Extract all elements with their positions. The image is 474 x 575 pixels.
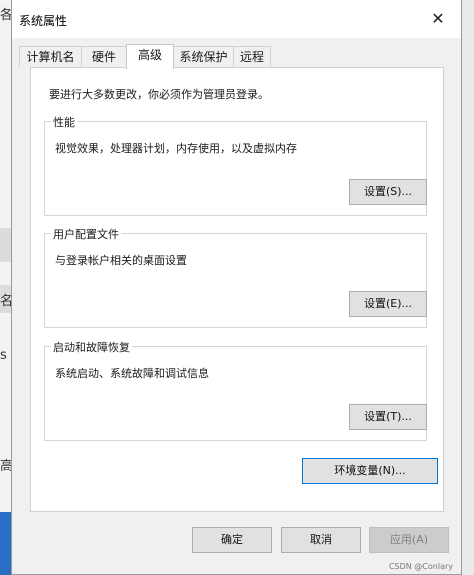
- apply-button[interactable]: 应用(A): [369, 527, 449, 553]
- window-title: 系统属性: [19, 14, 68, 28]
- performance-group: 性能 视觉效果，处理器计划，内存使用，以及虚拟内存 设置(S)...: [44, 114, 427, 216]
- environment-variables-button[interactable]: 环境变量(N)...: [302, 458, 438, 484]
- tab-advanced[interactable]: 高级: [126, 44, 174, 69]
- startup-recovery-legend: 启动和故障恢复: [51, 339, 132, 355]
- performance-legend: 性能: [51, 114, 77, 130]
- startup-recovery-group: 启动和故障恢复 系统启动、系统故障和调试信息 设置(T)...: [44, 339, 427, 441]
- system-properties-dialog: 系统属性 ✕ 计算机名 硬件 高级 系统保护 远程 要进行大多数更改，你必须作为…: [11, 0, 462, 575]
- performance-settings-button[interactable]: 设置(S)...: [349, 179, 427, 205]
- tab-computer-name[interactable]: 计算机名: [19, 46, 82, 67]
- tab-hardware[interactable]: 硬件: [81, 46, 127, 67]
- watermark: CSDN @Conlary: [388, 562, 453, 571]
- tab-remote[interactable]: 远程: [233, 46, 271, 67]
- startup-recovery-settings-button[interactable]: 设置(T)...: [349, 404, 427, 430]
- user-profiles-settings-button[interactable]: 设置(E)...: [349, 291, 427, 317]
- cancel-button[interactable]: 取消: [281, 527, 361, 553]
- advanced-tab-panel: 要进行大多数更改，你必须作为管理员登录。 性能 视觉效果，处理器计划，内存使用，…: [30, 67, 444, 512]
- ok-button[interactable]: 确定: [192, 527, 272, 553]
- user-profiles-legend: 用户配置文件: [51, 226, 121, 242]
- user-profiles-group: 用户配置文件 与登录帐户相关的桌面设置 设置(E)...: [44, 226, 427, 328]
- background-text: s: [0, 348, 7, 363]
- title-bar[interactable]: 系统属性 ✕: [12, 0, 461, 38]
- user-profiles-description: 与登录帐户相关的桌面设置: [55, 254, 187, 267]
- startup-recovery-description: 系统启动、系统故障和调试信息: [55, 367, 209, 380]
- performance-description: 视觉效果，处理器计划，内存使用，以及虚拟内存: [55, 142, 297, 155]
- tab-system-protection[interactable]: 系统保护: [173, 46, 234, 67]
- admin-notice: 要进行大多数更改，你必须作为管理员登录。: [49, 88, 269, 101]
- close-icon[interactable]: ✕: [427, 8, 449, 30]
